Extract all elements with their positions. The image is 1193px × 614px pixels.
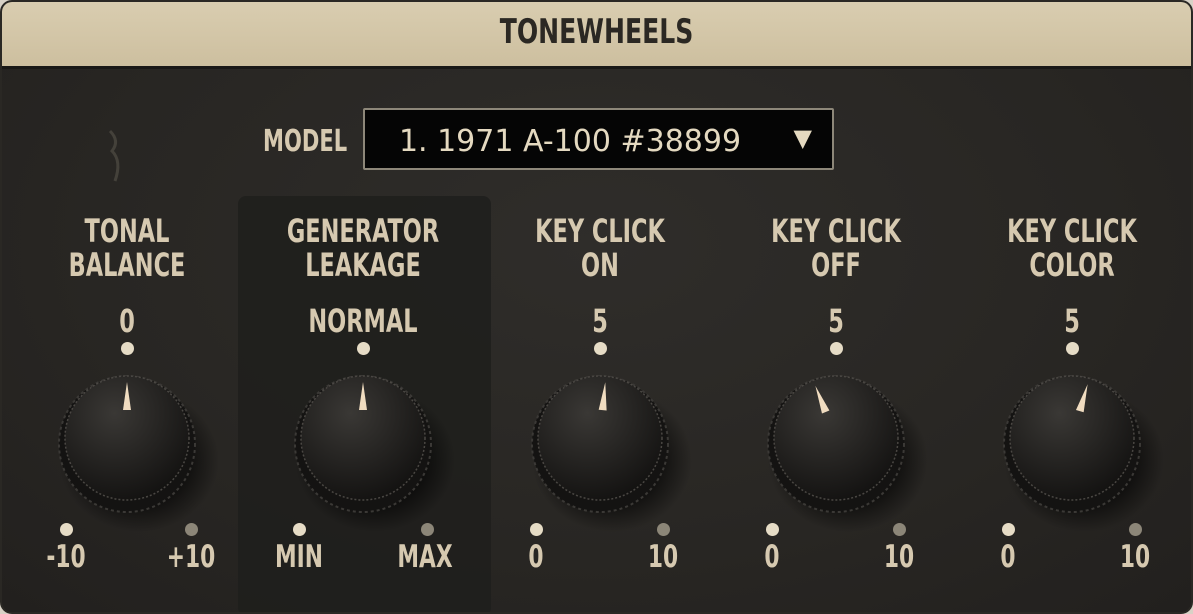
min-dot-icon xyxy=(60,523,73,536)
key-click-on-knob[interactable] xyxy=(530,372,692,532)
key-click-color-min-label: 0 xyxy=(1000,539,1016,575)
center-dot-icon xyxy=(594,342,607,355)
max-dot-icon xyxy=(893,523,906,536)
key-click-off-min-label: 0 xyxy=(764,539,780,575)
tonal-balance-knob[interactable] xyxy=(57,372,219,532)
knob-graphic xyxy=(767,375,928,532)
tonal-balance-center-label: 0 xyxy=(119,302,135,340)
key-click-on-label: KEY CLICK ON xyxy=(535,212,665,284)
key-click-off-control: KEY CLICK OFF 5 0 10 xyxy=(718,2,954,612)
key-click-on-control: KEY CLICK ON 5 0 10 xyxy=(482,2,718,612)
generator-leakage-center-label: NORMAL xyxy=(308,302,418,340)
knob-graphic xyxy=(58,375,219,532)
key-click-on-center-label: 5 xyxy=(592,302,608,340)
generator-leakage-control: GENERATOR LEAKAGE NORMAL MIN MAX xyxy=(245,2,481,612)
key-click-on-min-label: 0 xyxy=(528,539,544,575)
key-click-on-max-label: 10 xyxy=(647,539,679,575)
center-dot-icon xyxy=(1066,342,1079,355)
knob-graphic xyxy=(294,375,455,532)
key-click-off-label: KEY CLICK OFF xyxy=(771,212,901,284)
center-dot-icon xyxy=(357,342,370,355)
min-dot-icon xyxy=(530,523,543,536)
generator-leakage-knob[interactable] xyxy=(293,372,455,532)
center-dot-icon xyxy=(830,342,843,355)
key-click-off-max-label: 10 xyxy=(883,539,915,575)
generator-leakage-min-label: MIN xyxy=(275,539,323,575)
max-dot-icon xyxy=(657,523,670,536)
tonal-balance-label: TONAL BALANCE xyxy=(68,212,186,284)
tonal-balance-max-label: +10 xyxy=(166,539,216,575)
tonewheels-panel: TONEWHEELS MODEL 1. 1971 A-100 #38899 ▼ … xyxy=(0,0,1193,614)
key-click-color-center-label: 5 xyxy=(1064,302,1080,340)
key-click-color-max-label: 10 xyxy=(1119,539,1151,575)
min-dot-icon xyxy=(766,523,779,536)
key-click-color-control: KEY CLICK COLOR 5 0 10 xyxy=(954,2,1190,612)
tonal-balance-control: TONAL BALANCE 0 -10 +10 xyxy=(9,2,245,612)
knob-graphic xyxy=(531,375,692,532)
knob-graphic xyxy=(1003,375,1164,532)
key-click-off-center-label: 5 xyxy=(828,302,844,340)
min-dot-icon xyxy=(293,523,306,536)
max-dot-icon xyxy=(185,523,198,536)
max-dot-icon xyxy=(421,523,434,536)
key-click-color-label: KEY CLICK COLOR xyxy=(1007,212,1137,284)
key-click-off-knob[interactable] xyxy=(766,372,928,532)
center-dot-icon xyxy=(121,342,134,355)
generator-leakage-label: GENERATOR LEAKAGE xyxy=(286,212,440,284)
tonal-balance-min-label: -10 xyxy=(46,539,86,575)
min-dot-icon xyxy=(1002,523,1015,536)
max-dot-icon xyxy=(1129,523,1142,536)
generator-leakage-max-label: MAX xyxy=(397,539,453,575)
key-click-color-knob[interactable] xyxy=(1002,372,1164,532)
